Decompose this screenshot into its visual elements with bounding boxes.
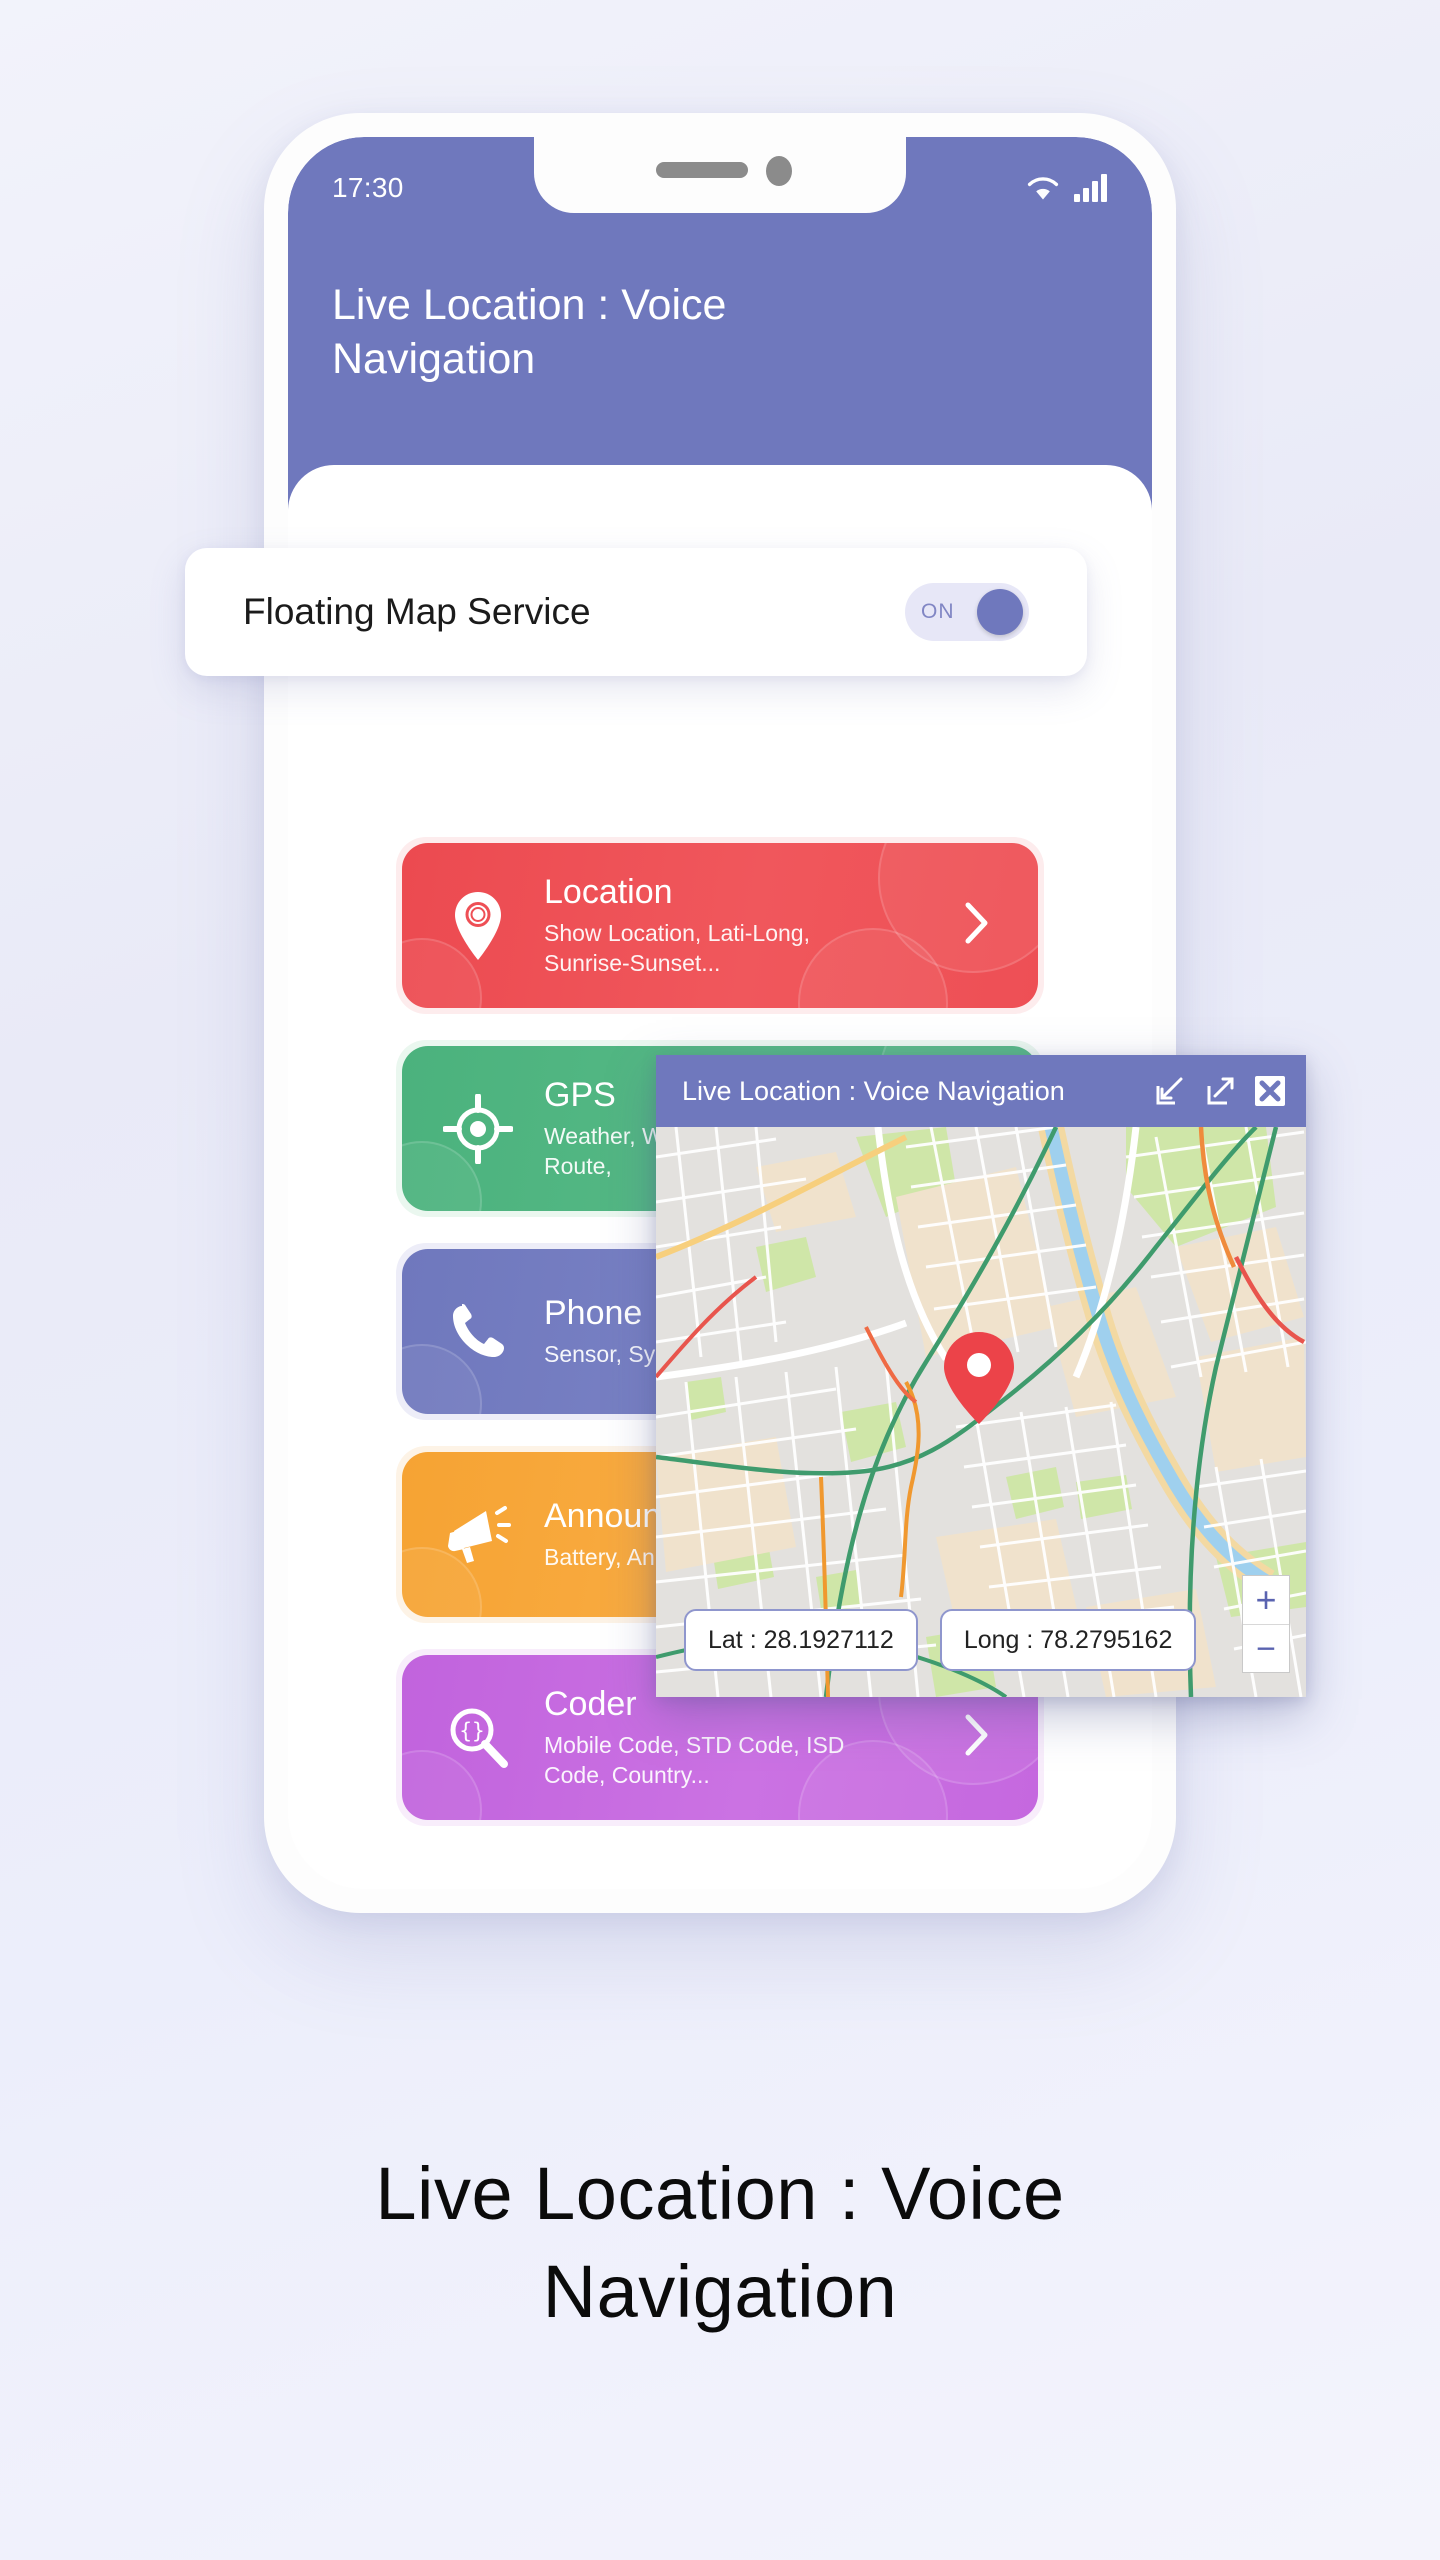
chevron-right-icon[interactable] <box>964 901 1008 950</box>
map-pin-icon <box>430 889 526 963</box>
floating-map-service-card[interactable]: Floating Map Service ON <box>185 548 1087 676</box>
front-camera <box>766 156 792 186</box>
toggle-state-label: ON <box>921 600 955 623</box>
map-view[interactable]: Lat : 28.1927112 Long : 78.2795162 + − <box>656 1127 1306 1697</box>
toggle-knob[interactable] <box>977 589 1023 635</box>
expand-icon[interactable] <box>1202 1073 1238 1109</box>
floating-window-title: Live Location : Voice Navigation <box>682 1075 1065 1106</box>
menu-card-location[interactable]: Location Show Location, Lati-Long, Sunri… <box>396 837 1044 1014</box>
status-bar-icons <box>1026 174 1108 202</box>
floating-window-titlebar[interactable]: Live Location : Voice Navigation <box>656 1055 1306 1127</box>
coordinate-row: Lat : 28.1927112 Long : 78.2795162 <box>656 1609 1306 1671</box>
menu-card-title: Location <box>544 872 673 911</box>
wifi-icon <box>1026 175 1060 202</box>
close-icon[interactable] <box>1252 1073 1288 1109</box>
floating-window-controls <box>1152 1073 1288 1109</box>
caption-line-2: Navigation <box>542 2250 898 2334</box>
code-search-icon: {} <box>430 1704 526 1772</box>
earpiece-speaker <box>656 162 748 178</box>
menu-card-subtitle: Show Location, Lati-Long, Sunrise-Sunset… <box>544 919 810 977</box>
floating-map-window[interactable]: Live Location : Voice Navigation Lat: 2… <box>656 1055 1306 1697</box>
minimize-icon[interactable] <box>1152 1073 1188 1109</box>
megaphone-icon <box>430 1503 526 1567</box>
latitude-chip: Lat : 28.1927112 <box>684 1609 918 1671</box>
floating-map-service-label: Floating Map Service <box>243 591 591 632</box>
floating-map-service-toggle[interactable]: ON <box>905 583 1029 641</box>
longitude-chip: Long : 78.2795162 <box>939 1609 1197 1671</box>
zoom-out-button[interactable]: − <box>1243 1624 1289 1672</box>
signal-bars-icon <box>1074 174 1108 202</box>
page-title: Live Location : Voice Navigation <box>332 281 727 383</box>
map-zoom-controls[interactable]: + − <box>1242 1575 1290 1673</box>
caption-line-1: Live Location : Voice <box>375 2152 1065 2235</box>
zoom-in-button[interactable]: + <box>1243 1576 1289 1624</box>
svg-text:{}: {} <box>459 1719 484 1743</box>
gps-target-icon <box>430 1093 526 1164</box>
chevron-right-icon[interactable] <box>964 1713 1008 1762</box>
bottom-caption: Live Location : Voice Navigation <box>0 2145 1440 2342</box>
menu-card-subtitle: Mobile Code, STD Code, ISD Code, Country… <box>544 1731 845 1789</box>
phone-icon <box>430 1299 526 1365</box>
phone-notch <box>534 137 906 213</box>
status-bar-clock: 17:30 <box>332 172 404 203</box>
